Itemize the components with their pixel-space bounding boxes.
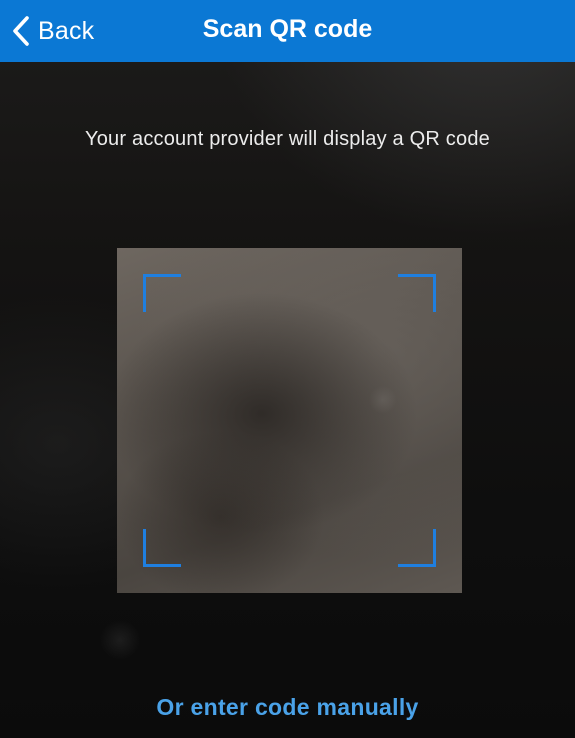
- scan-frame-corner-top-left: [143, 274, 181, 312]
- scan-frame-corner-bottom-left: [143, 529, 181, 567]
- camera-background-blur: [100, 620, 140, 660]
- navigation-bar: Back Scan QR code: [0, 0, 575, 62]
- chevron-left-icon: [12, 15, 30, 47]
- enter-code-manually-link[interactable]: Or enter code manually: [0, 694, 575, 721]
- back-button[interactable]: Back: [12, 0, 94, 62]
- back-label: Back: [38, 16, 95, 45]
- scan-frame-corner-bottom-right: [398, 529, 436, 567]
- camera-viewfinder: [117, 248, 462, 593]
- instruction-text: Your account provider will display a QR …: [85, 128, 490, 150]
- scan-qr-screen: Back Scan QR code Your account provider …: [0, 0, 575, 738]
- scan-frame-corner-top-right: [398, 274, 436, 312]
